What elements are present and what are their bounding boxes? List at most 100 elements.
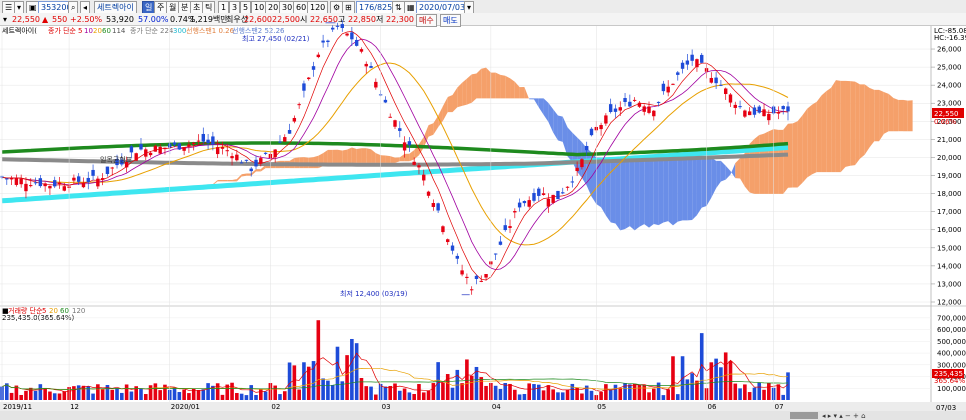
candle-up [235,154,239,161]
candle-up [618,107,622,111]
candle-down [450,245,455,251]
price-chart[interactable]: 세트렉아이( 종가 단순 5 10 20 60 114 종가 단순 224 30… [0,0,966,420]
volume-bar-up [143,394,148,400]
cloud-down-segment [577,137,582,178]
candle-down [589,128,594,136]
volume-bar-up [671,356,675,400]
volume-bar-down [177,392,182,400]
legend-ma-label: 종가 단순 [48,26,77,35]
candle-down [326,40,330,43]
volume-bar-down [522,393,527,400]
volume-bar-up [196,390,201,400]
candle-down [239,162,244,164]
candle-down [244,159,249,161]
volume-bar-down [690,373,694,400]
candle-down [91,169,95,176]
candle-down [383,99,388,103]
volume-bar-down [613,384,618,400]
candle-down [407,141,412,146]
cloud-up-segment [869,87,875,148]
cloud-down-segment [701,157,707,208]
cloud-down-segment [629,157,635,231]
candle-up [551,194,555,203]
candle-down [350,32,354,40]
candle-down [254,159,258,167]
volume-bar-up [182,389,186,400]
candle-up [469,289,474,291]
cloud-up-segment [835,80,841,173]
cloud-up-segment [246,173,252,176]
cloud-up-segment [395,157,400,163]
volume-bar-up [48,391,52,400]
cloud-down-segment [538,98,544,115]
volume-bar-up [484,385,488,400]
volume-bar-up [28,387,33,400]
cloud-up-segment [524,87,530,100]
price-tick-label: 13,000 [937,280,962,288]
scrollbar-thumb[interactable] [790,412,818,419]
cloud-up-segment [907,100,913,132]
cloud-up-segment [783,123,788,194]
volume-tick-label: 700,000 [937,314,966,322]
cloud-up-segment [874,89,880,142]
cloud-up-segment [466,74,472,105]
cloud-down-segment [553,109,558,141]
candle-up [709,77,714,83]
cloud-down-segment [615,157,621,231]
cloud-up-segment [447,95,453,113]
legend-hc: HC:-16.39 [934,34,966,42]
cloud-down-segment [562,116,568,157]
candle-up [393,120,397,127]
volume-bar-up [618,387,623,400]
volume-tick-label: 500,000 [937,338,966,346]
candle-up [374,81,378,88]
legend-ma224: 224 [160,27,174,35]
candle-down [172,142,177,145]
cloud-up-segment [442,97,448,121]
candle-up [144,149,148,157]
candle-down [623,98,627,103]
cloud-up-segment [759,133,765,194]
date-tick-label: 2020/01 [171,403,200,411]
volume-bar-up [24,390,28,400]
scroll-controls-icon[interactable]: ◂ ▸ ▾ ▴ − + ⌂ [822,412,866,420]
cloud-up-segment [409,150,415,162]
volume-bar-down [350,338,354,400]
cloud-up-segment [898,99,904,132]
cloud-up-segment [342,149,348,163]
volume-bar-down [278,394,282,400]
date-tick-label: 07 [775,403,784,411]
volume-bar-down [38,384,43,400]
candle-up [359,49,364,52]
candle-up [196,140,201,142]
candle-down [781,106,785,110]
volume-bar-up [235,393,239,400]
candle-down [570,181,575,183]
candle-down [206,139,210,144]
volume-bar-up [666,389,670,400]
candle-down [129,146,134,153]
cloud-down-segment [720,160,726,182]
candle-down [5,178,9,180]
cloud-up-segment [883,91,889,134]
volume-bar-down [560,392,565,400]
cloud-down-segment [730,163,736,179]
volume-bar-up [776,384,781,400]
candle-up [148,152,153,156]
date-tick-label: 03 [382,403,391,411]
cloud-up-segment [495,72,501,99]
price-tick-label: 16,000 [937,226,962,234]
candle-up [632,99,637,101]
price-tick-label: 20,000 [937,154,962,162]
price-tick-label: 19,000 [937,172,962,180]
ichimoku-label: 일목균형표 [100,155,133,164]
candle-down [498,241,503,245]
volume-bar-down [105,385,110,400]
cloud-up-segment [428,123,434,137]
candle-up [316,54,321,58]
volume-bar-up [513,389,517,400]
candle-down [537,188,541,196]
candle-down [561,192,565,194]
cloud-down-segment [610,157,616,224]
candle-up [388,116,392,118]
